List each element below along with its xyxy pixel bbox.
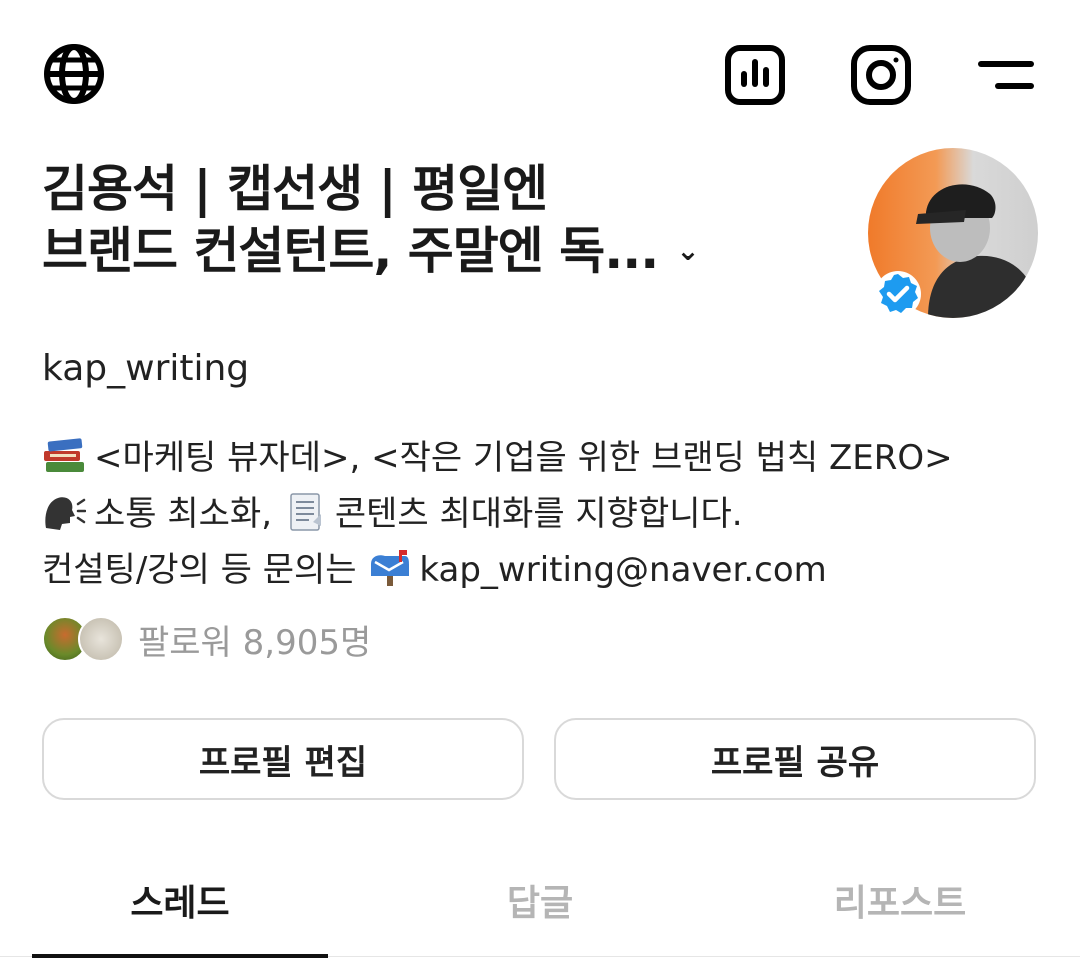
username: kap_writing xyxy=(42,348,250,389)
insights-icon[interactable] xyxy=(724,44,786,106)
verified-badge-icon xyxy=(874,270,922,318)
profile-name: 김용석 | 캡선생 | 평일엔 브랜드 컨설턴트, 주말엔 독... ⌄ xyxy=(42,158,802,286)
bio: <마케팅 뷰자데>, <작은 기업을 위한 브랜딩 법칙 ZERO> 소통 최소… xyxy=(42,430,1042,598)
share-profile-button[interactable]: 프로필 공유 xyxy=(554,718,1036,800)
follower-avatar xyxy=(78,616,124,662)
books-emoji-icon xyxy=(42,436,86,476)
profile-name-line1: 김용석 | 캡선생 | 평일엔 xyxy=(42,160,548,218)
followers-row[interactable]: 팔로워 8,905명 xyxy=(42,615,371,664)
bio-line1-text: <마케팅 뷰자데>, <작은 기업을 위한 브랜딩 법칙 ZERO> xyxy=(94,438,953,478)
active-tab-indicator xyxy=(32,954,328,958)
bio-line: <마케팅 뷰자데>, <작은 기업을 위한 브랜딩 법칙 ZERO> xyxy=(42,430,1042,486)
tab-threads[interactable]: 스레드 xyxy=(0,874,360,926)
page-emoji-icon xyxy=(283,492,327,532)
bio-line3-part1: 컨설팅/강의 등 문의는 xyxy=(42,550,357,590)
instagram-icon[interactable] xyxy=(850,44,912,106)
profile-tabs: 스레드 답글 리포스트 xyxy=(0,862,1080,962)
profile-name-line2: 브랜드 컨설턴트, 주말엔 독... xyxy=(42,222,659,280)
mailbox-emoji-icon xyxy=(367,548,411,588)
bio-line2-part1: 소통 최소화, xyxy=(94,494,273,534)
edit-profile-button[interactable]: 프로필 편집 xyxy=(42,718,524,800)
bio-email-link[interactable]: kap_writing@naver.com xyxy=(419,550,826,590)
bio-line2-part2: 콘텐츠 최대화를 지향합니다. xyxy=(334,494,743,534)
speaking-head-icon xyxy=(42,492,87,532)
menu-icon[interactable] xyxy=(976,50,1036,100)
tab-replies[interactable]: 답글 xyxy=(360,874,720,926)
tab-reposts[interactable]: 리포스트 xyxy=(720,874,1080,926)
avatar[interactable] xyxy=(868,148,1038,318)
followers-count[interactable]: 팔로워 8,905명 xyxy=(138,615,371,664)
chevron-down-icon[interactable]: ⌄ xyxy=(676,234,699,267)
bio-line: 컨설팅/강의 등 문의는 kap_writing@naver.com xyxy=(42,542,1042,598)
globe-icon[interactable] xyxy=(42,42,106,106)
bio-line: 소통 최소화, 콘텐츠 최대화를 지향합니다. xyxy=(42,486,1042,542)
